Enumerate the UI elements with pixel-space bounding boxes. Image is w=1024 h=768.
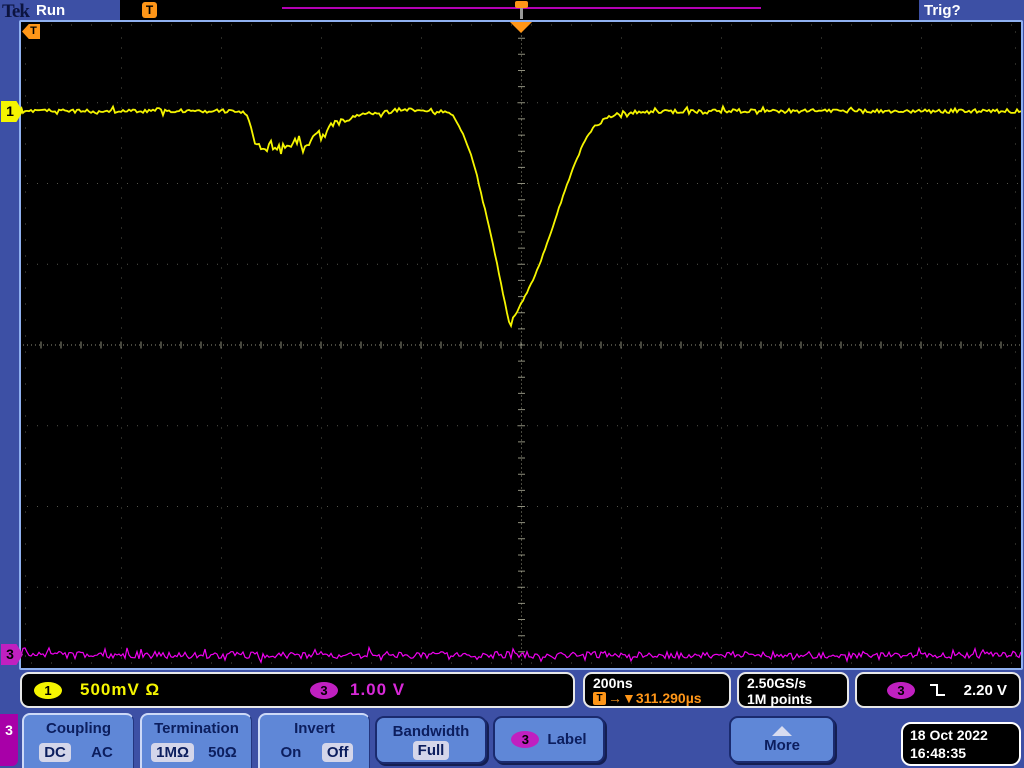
termination-button[interactable]: Termination 1MΩ 50Ω — [140, 713, 252, 768]
time-text: 16:48:35 — [910, 745, 967, 761]
graticule — [20, 22, 1022, 668]
trigger-readout-box: 3 2.20 V — [855, 672, 1021, 708]
termination-title: Termination — [154, 720, 239, 737]
acquisition-readout-box: 2.50GS/s 1M points — [737, 672, 849, 708]
channel1-badge: 1 — [34, 682, 62, 699]
trigger-source-badge: 3 — [887, 681, 915, 699]
trigger-position-icon[interactable] — [515, 1, 528, 8]
record-length-readout: 1M points — [747, 691, 813, 707]
coupling-option-ac[interactable]: AC — [86, 743, 118, 762]
trigger-t-icon-small: T — [593, 692, 606, 705]
menu-channel-tab[interactable]: 3 — [0, 714, 18, 766]
channel1-scale-readout: 500mV Ω — [80, 680, 161, 699]
channel3-badge: 3 — [310, 682, 338, 699]
bandwidth-button[interactable]: Bandwidth Full — [375, 716, 487, 764]
coupling-title: Coupling — [46, 720, 111, 737]
up-arrow-icon — [772, 725, 792, 736]
falling-edge-icon — [930, 684, 945, 696]
more-button-text: More — [764, 736, 800, 754]
waveform-display — [20, 22, 1022, 665]
label-button-text: Label — [547, 731, 587, 748]
more-button[interactable]: More — [729, 716, 835, 763]
coupling-option-dc[interactable]: DC — [39, 743, 71, 762]
trigger-t-icon: T — [142, 2, 157, 18]
channel-readout-box: 1 500mV Ω 3 1.00 V — [20, 672, 575, 708]
bandwidth-title: Bandwidth — [392, 723, 470, 740]
trigger-level-readout: 2.20 V — [963, 681, 1007, 699]
coupling-button[interactable]: Coupling DC AC — [22, 713, 134, 768]
timebase-readout: 200ns — [593, 675, 633, 691]
trigger-delay-readout: →▼311.290µs — [608, 690, 702, 706]
grid-center-lines — [23, 23, 1020, 665]
horizontal-readout-box: 200ns T →▼311.290µs — [583, 672, 731, 708]
invert-button[interactable]: Invert On Off — [258, 713, 370, 768]
acquisition-status: Run — [36, 2, 66, 19]
trigger-position-stem — [520, 8, 523, 19]
oscilloscope-screen: Tek Run T Trig? T 1 3 1 500mV Ω 3 1.00 V… — [0, 0, 1024, 768]
label-button[interactable]: 3 Label — [493, 716, 605, 763]
record-view-strip: T — [120, 0, 919, 20]
channel3-scale-readout: 1.00 V — [350, 680, 406, 699]
trigger-status: Trig? — [924, 2, 961, 19]
termination-option-1m[interactable]: 1MΩ — [151, 743, 194, 762]
invert-option-off[interactable]: Off — [321, 743, 354, 762]
datetime-display: 18 Oct 2022 16:48:35 — [901, 722, 1021, 766]
bandwidth-option-full[interactable]: Full — [412, 741, 450, 760]
date-text: 18 Oct 2022 — [910, 727, 988, 743]
invert-option-on[interactable]: On — [275, 743, 306, 762]
label-channel-badge: 3 — [511, 731, 540, 748]
invert-title: Invert — [294, 720, 335, 737]
sample-rate-readout: 2.50GS/s — [747, 675, 807, 691]
termination-option-50[interactable]: 50Ω — [203, 743, 242, 762]
trigger-point-icon[interactable] — [510, 22, 532, 33]
